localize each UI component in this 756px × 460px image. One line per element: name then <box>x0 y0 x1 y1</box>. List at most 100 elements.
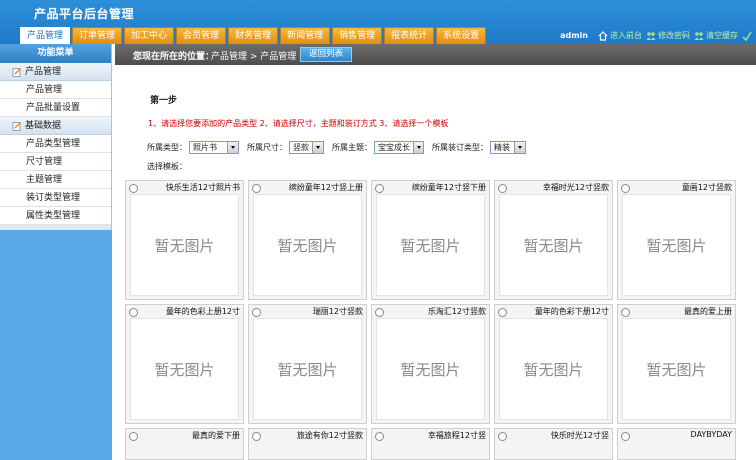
type-select[interactable]: 照片书 <box>189 141 239 154</box>
template-radio[interactable] <box>375 432 384 441</box>
nav-tab-product[interactable]: 产品管理 <box>20 27 71 44</box>
theme-select-value: 宝宝成长 <box>378 143 410 152</box>
template-card[interactable]: 童画12寸竖款暂无图片 <box>617 180 736 300</box>
template-placeholder: 暂无图片 <box>499 318 608 420</box>
template-placeholder: 暂无图片 <box>130 194 239 296</box>
nav-tab-finance[interactable]: 财务管理 <box>228 27 279 44</box>
template-card[interactable]: 旅途有你12寸竖款 <box>248 428 367 460</box>
template-card[interactable]: 幸福旅程12寸竖 <box>371 428 490 460</box>
header: 产品平台后台管理 产品管理 订单管理 加工中心 会员管理 财务管理 新闻管理 销… <box>0 0 756 44</box>
template-placeholder: 暂无图片 <box>499 194 608 296</box>
filter-binding-label: 所属装订类型： <box>432 143 488 152</box>
app-title: 产品平台后台管理 <box>34 7 135 21</box>
template-card[interactable]: 乐淘汇12寸竖款 暂无图片 <box>371 304 490 424</box>
template-radio[interactable] <box>621 308 630 317</box>
template-card[interactable]: 缤纷童年12寸竖下册暂无图片 <box>371 180 490 300</box>
template-name: 幸福时光12寸竖款 <box>542 183 609 192</box>
template-name: 旅途有你12寸竖款 <box>296 431 363 440</box>
template-card[interactable]: 快乐生活12寸照片书暂无图片 <box>125 180 244 300</box>
template-radio[interactable] <box>621 184 630 193</box>
template-radio[interactable] <box>252 184 261 193</box>
menu-item-product-batch[interactable]: 产品批量设置 <box>0 99 111 117</box>
template-placeholder: 暂无图片 <box>253 318 362 420</box>
nav-tab-news[interactable]: 新闻管理 <box>280 27 331 44</box>
nav-tab-members[interactable]: 会员管理 <box>176 27 227 44</box>
template-placeholder: 暂无图片 <box>376 194 485 296</box>
size-select[interactable]: 竖款 <box>289 141 324 154</box>
chevron-down-icon <box>227 142 238 153</box>
template-card[interactable]: 缤纷童年12寸竖上册暂无图片 <box>248 180 367 300</box>
template-name: 童年的色彩下册12寸 <box>534 307 609 316</box>
check-edit-icon[interactable] <box>742 31 752 41</box>
template-radio[interactable] <box>129 432 138 441</box>
nav-tab-settings[interactable]: 系统设置 <box>436 27 487 44</box>
document-icon <box>12 67 21 77</box>
template-card[interactable]: 快乐时光12寸竖 <box>494 428 613 460</box>
template-radio[interactable] <box>498 432 507 441</box>
template-radio[interactable] <box>375 308 384 317</box>
clear-cache-label: 清空缓存 <box>706 31 738 40</box>
template-radio[interactable] <box>252 432 261 441</box>
menu-group-product[interactable]: 产品管理 <box>0 63 111 81</box>
menu-item-type-manage[interactable]: 产品类型管理 <box>0 135 111 153</box>
back-to-list-button[interactable]: 返回列表 <box>300 47 353 62</box>
step-title: 第一步 <box>150 96 178 106</box>
users-icon <box>646 31 656 40</box>
menu-item-product-manage[interactable]: 产品管理 <box>0 81 111 99</box>
menu-item-binding-manage[interactable]: 装订类型管理 <box>0 189 111 207</box>
filter-size-label: 所属尺寸： <box>247 143 287 152</box>
home-icon <box>598 30 608 41</box>
template-radio[interactable] <box>252 308 261 317</box>
template-card[interactable]: DAYBYDAY <box>617 428 736 460</box>
template-name: 童年的色彩上册12寸 <box>165 307 240 316</box>
template-name: 最真的爱下册 <box>192 431 240 440</box>
menu-group-base-data[interactable]: 基础数据 <box>0 117 111 135</box>
template-radio[interactable] <box>129 308 138 317</box>
menu-item-attribute-manage[interactable]: 属性类型管理 <box>0 207 111 225</box>
template-placeholder: 暂无图片 <box>622 194 731 296</box>
change-password-link[interactable]: 修改密码 <box>646 30 690 41</box>
template-radio[interactable] <box>375 184 384 193</box>
template-label: 选择模板： <box>147 162 187 171</box>
front-link[interactable]: 进入前台 <box>598 30 642 41</box>
theme-select[interactable]: 宝宝成长 <box>374 141 424 154</box>
template-name: 快乐生活12寸照片书 <box>165 183 240 192</box>
template-placeholder: 暂无图片 <box>130 318 239 420</box>
menu-group-label: 基础数据 <box>25 120 62 131</box>
template-name: 最真的爱上册 <box>684 307 732 316</box>
filter-theme-label: 所属主题： <box>332 143 372 152</box>
template-name: 童画12寸竖款 <box>681 183 732 192</box>
template-card[interactable]: 幸福时光12寸竖款暂无图片 <box>494 180 613 300</box>
main-nav: 产品管理 订单管理 加工中心 会员管理 财务管理 新闻管理 销售管理 报表统计 … <box>20 27 487 44</box>
template-card[interactable]: 童年的色彩上册12寸暂无图片 <box>125 304 244 424</box>
template-card[interactable]: 最真的爱下册 <box>125 428 244 460</box>
menu-group-label: 产品管理 <box>25 66 62 77</box>
nav-tab-processing[interactable]: 加工中心 <box>124 27 175 44</box>
front-link-label: 进入前台 <box>610 31 642 40</box>
sidebar-background <box>0 230 112 460</box>
template-radio[interactable] <box>498 184 507 193</box>
nav-tab-sales[interactable]: 销售管理 <box>332 27 383 44</box>
template-radio[interactable] <box>621 432 630 441</box>
nav-tab-orders[interactable]: 订单管理 <box>72 27 123 44</box>
template-name: 缤纷童年12寸竖上册 <box>288 183 363 192</box>
menu-item-theme-manage[interactable]: 主题管理 <box>0 171 111 189</box>
sidebar: 功能菜单 产品管理 产品管理 产品批量设置 基础数据 产品类型管理 尺寸管理 主… <box>0 44 112 460</box>
template-name: 缤纷童年12寸竖下册 <box>411 183 486 192</box>
template-placeholder: 暂无图片 <box>253 194 362 296</box>
nav-tab-reports[interactable]: 报表统计 <box>384 27 435 44</box>
menu-item-size-manage[interactable]: 尺寸管理 <box>0 153 111 171</box>
clear-cache-link[interactable]: 清空缓存 <box>694 30 738 41</box>
size-select-value: 竖款 <box>293 143 309 152</box>
template-name: DAYBYDAY <box>690 430 732 439</box>
instructions: 1、请选择您要添加的产品类型 2、请选择尺寸，主题和装订方式 3、请选择一个模板 <box>148 119 449 128</box>
template-placeholder: 暂无图片 <box>622 318 731 420</box>
template-name: 快乐时光12寸竖 <box>550 431 609 440</box>
binding-select[interactable]: 精装 <box>490 141 526 154</box>
chevron-down-icon <box>514 142 525 153</box>
template-card[interactable]: 童年的色彩下册12寸暂无图片 <box>494 304 613 424</box>
template-card[interactable]: 瑞丽12寸竖款 暂无图片 <box>248 304 367 424</box>
template-radio[interactable] <box>498 308 507 317</box>
template-radio[interactable] <box>129 184 138 193</box>
template-card[interactable]: 最真的爱上册暂无图片 <box>617 304 736 424</box>
